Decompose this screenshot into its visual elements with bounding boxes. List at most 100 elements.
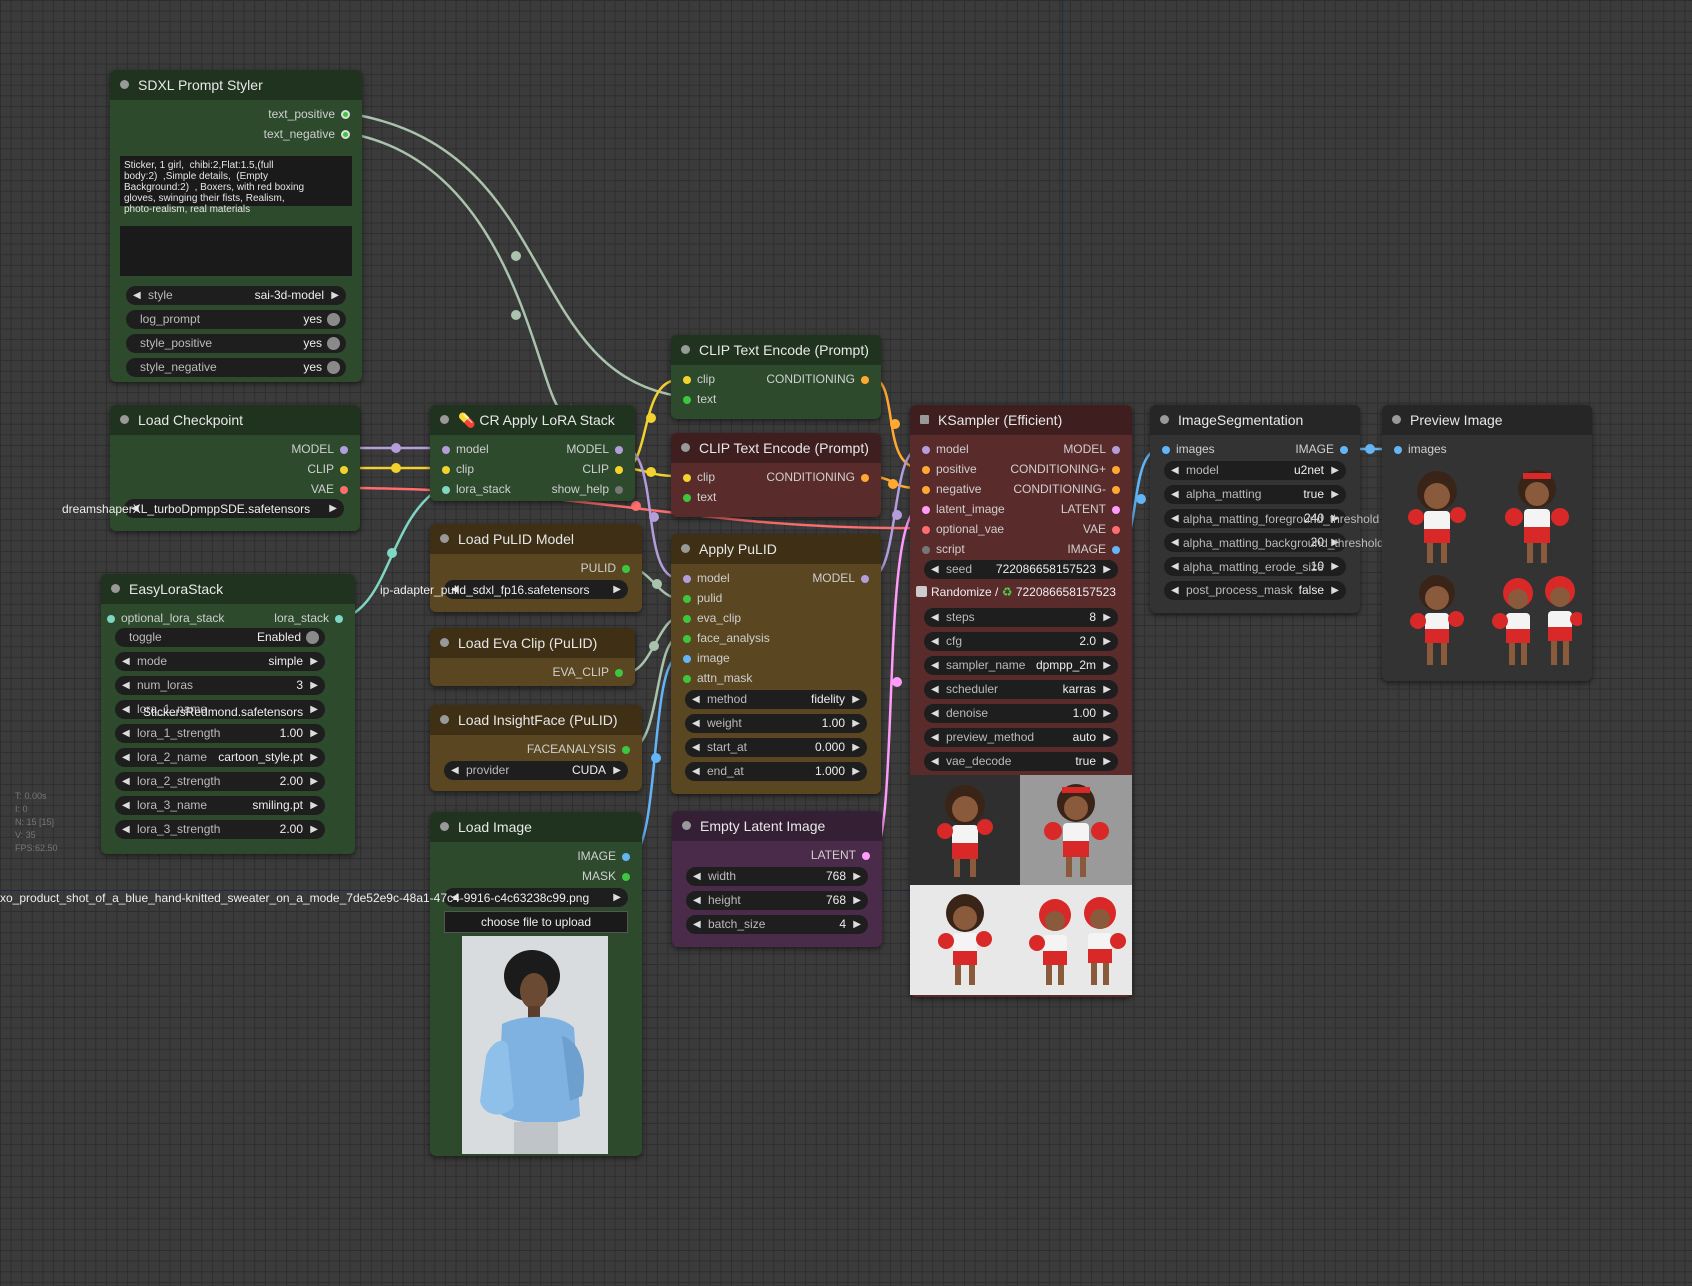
input-text[interactable]: text (677, 489, 716, 505)
start-at-widget[interactable]: ◀ start_at 0.000 ▶ (685, 738, 867, 757)
output-image[interactable]: IMAGE (1067, 541, 1126, 557)
alpha-matting-widget[interactable]: ◀ alpha_matting true ▶ (1164, 485, 1346, 504)
collapse-square-icon[interactable] (920, 415, 929, 424)
pin-icon[interactable] (922, 445, 930, 454)
arrow-left-icon[interactable]: ◀ (122, 772, 130, 791)
output-vae[interactable]: VAE (311, 481, 354, 497)
arrow-right-icon[interactable]: ▶ (852, 738, 860, 757)
pin-icon[interactable] (922, 505, 930, 514)
lora-1-strength-widget[interactable]: ◀ lora_1_strength 1.00 ▶ (115, 724, 325, 743)
pin-icon[interactable] (335, 614, 343, 623)
pin-icon[interactable] (683, 654, 691, 663)
style-positive-toggle[interactable]: style_positive yes (126, 334, 346, 353)
collapse-dot-icon[interactable] (440, 715, 449, 724)
input-clip[interactable]: clip (677, 371, 715, 387)
arrow-right-icon[interactable]: ▶ (613, 888, 621, 907)
arrow-right-icon[interactable]: ▶ (310, 700, 318, 719)
node-title[interactable]: ImageSegmentation (1150, 405, 1360, 435)
arrow-left-icon[interactable]: ◀ (122, 652, 130, 671)
style-select[interactable]: ◀ style sai-3d-model ▶ (126, 286, 346, 305)
pin-icon[interactable] (622, 745, 630, 754)
arrow-left-icon[interactable]: ◀ (122, 820, 130, 839)
arrow-left-icon[interactable]: ◀ (931, 656, 939, 675)
node-empty-latent-image[interactable]: Empty Latent Image LATENT ◀ width 768 ▶ ◀ hei… (672, 811, 882, 947)
arrow-right-icon[interactable]: ▶ (310, 724, 318, 743)
arrow-left-icon[interactable]: ◀ (693, 915, 701, 934)
cfg-widget[interactable]: ◀ cfg 2.0 ▶ (924, 632, 1118, 651)
output-eva-clip[interactable]: EVA_CLIP (553, 664, 629, 680)
pin-icon[interactable] (615, 485, 623, 494)
output-pulid[interactable]: PULID (581, 560, 636, 576)
arrow-left-icon[interactable]: ◀ (692, 738, 700, 757)
arrow-left-icon[interactable]: ◀ (692, 690, 700, 709)
prompt-textarea[interactable]: Sticker, 1 girl, chibi:2,Flat:1.5,(full … (120, 156, 352, 215)
arrow-right-icon[interactable]: ▶ (1103, 728, 1111, 747)
arrow-left-icon[interactable]: ◀ (122, 676, 130, 695)
pin-icon[interactable] (1340, 445, 1348, 454)
pin-icon[interactable] (107, 614, 115, 623)
pin-icon[interactable] (615, 465, 623, 474)
node-title[interactable]: CLIP Text Encode (Prompt) (671, 433, 881, 463)
arrow-right-icon[interactable]: ▶ (1103, 752, 1111, 771)
arrow-left-icon[interactable]: ◀ (931, 680, 939, 699)
collapse-dot-icon[interactable] (681, 544, 690, 553)
input-images[interactable]: images (1388, 441, 1447, 457)
arrow-right-icon[interactable]: ▶ (1103, 656, 1111, 675)
arrow-right-icon[interactable]: ▶ (310, 796, 318, 815)
lora-2-strength-widget[interactable]: ◀ lora_2_strength 2.00 ▶ (115, 772, 325, 791)
output-show-help[interactable]: show_help (552, 481, 629, 497)
arrow-right-icon[interactable]: ▶ (613, 580, 621, 599)
pin-icon[interactable] (622, 872, 630, 881)
weight-widget[interactable]: ◀ weight 1.00 ▶ (685, 714, 867, 733)
arrow-left-icon[interactable]: ◀ (451, 761, 459, 780)
arrow-left-icon[interactable]: ◀ (122, 796, 130, 815)
post-process-mask-widget[interactable]: ◀ post_process_mask false ▶ (1164, 581, 1346, 600)
output-image[interactable]: IMAGE (1295, 441, 1354, 457)
input-clip[interactable]: clip (436, 461, 474, 477)
num-loras-widget[interactable]: ◀ num_loras 3 ▶ (115, 676, 325, 695)
pin-icon[interactable] (683, 493, 691, 502)
node-load-insightface[interactable]: Load InsightFace (PuLID) FACEANALYSIS ◀ p… (430, 705, 642, 791)
arrow-left-icon[interactable]: ◀ (931, 608, 939, 627)
node-title[interactable]: Empty Latent Image (672, 811, 882, 841)
output-model[interactable]: MODEL (812, 570, 875, 586)
arrow-right-icon[interactable]: ▶ (852, 762, 860, 781)
arrow-right-icon[interactable]: ▶ (852, 714, 860, 733)
input-clip[interactable]: clip (677, 469, 715, 485)
output-lora-stack[interactable]: lora_stack (274, 610, 349, 626)
node-title[interactable]: Load Checkpoint (110, 405, 360, 435)
node-load-image[interactable]: Load Image IMAGE MASK ◀ ▶ choose file to … (430, 812, 642, 1156)
node-load-pulid-model[interactable]: Load PuLID Model PULID ◀ ▶ (430, 524, 642, 612)
batch-size-widget[interactable]: ◀ batch_size 4 ▶ (686, 915, 868, 934)
arrow-right-icon[interactable]: ▶ (1103, 632, 1111, 651)
mode-widget[interactable]: ◀ mode simple ▶ (115, 652, 325, 671)
arrow-right-icon[interactable]: ▶ (1103, 704, 1111, 723)
input-model[interactable]: model (436, 441, 489, 457)
method-widget[interactable]: ◀ method fidelity ▶ (685, 690, 867, 709)
pin-icon[interactable] (683, 473, 691, 482)
output-model[interactable]: MODEL (566, 441, 629, 457)
output-vae[interactable]: VAE (1083, 521, 1126, 537)
pin-icon[interactable] (1162, 445, 1170, 454)
arrow-right-icon[interactable]: ▶ (1331, 485, 1339, 504)
collapse-dot-icon[interactable] (111, 584, 120, 593)
pin-icon[interactable] (341, 110, 350, 120)
arrow-right-icon[interactable]: ▶ (853, 891, 861, 910)
arrow-right-icon[interactable]: ▶ (613, 761, 621, 780)
collapse-dot-icon[interactable] (1160, 415, 1169, 424)
pin-icon[interactable] (1112, 545, 1120, 554)
output-latent[interactable]: LATENT (811, 847, 876, 863)
arrow-right-icon[interactable]: ▶ (1331, 461, 1339, 480)
node-cr-apply-lora-stack[interactable]: 💊 CR Apply LoRA Stack model clip lora_st… (430, 405, 635, 501)
pin-icon[interactable] (861, 574, 869, 583)
randomize-row[interactable]: Randomize / ♻ 722086658157523 (916, 585, 1116, 599)
output-clip[interactable]: CLIP (307, 461, 354, 477)
arrow-right-icon[interactable]: ▶ (310, 820, 318, 839)
pin-icon[interactable] (1112, 485, 1120, 494)
node-title[interactable]: Load Image (430, 812, 642, 842)
pin-icon[interactable] (622, 564, 630, 573)
arrow-right-icon[interactable]: ▶ (310, 748, 318, 767)
arrow-right-icon[interactable]: ▶ (853, 915, 861, 934)
arrow-right-icon[interactable]: ▶ (310, 676, 318, 695)
pin-icon[interactable] (1394, 445, 1402, 454)
